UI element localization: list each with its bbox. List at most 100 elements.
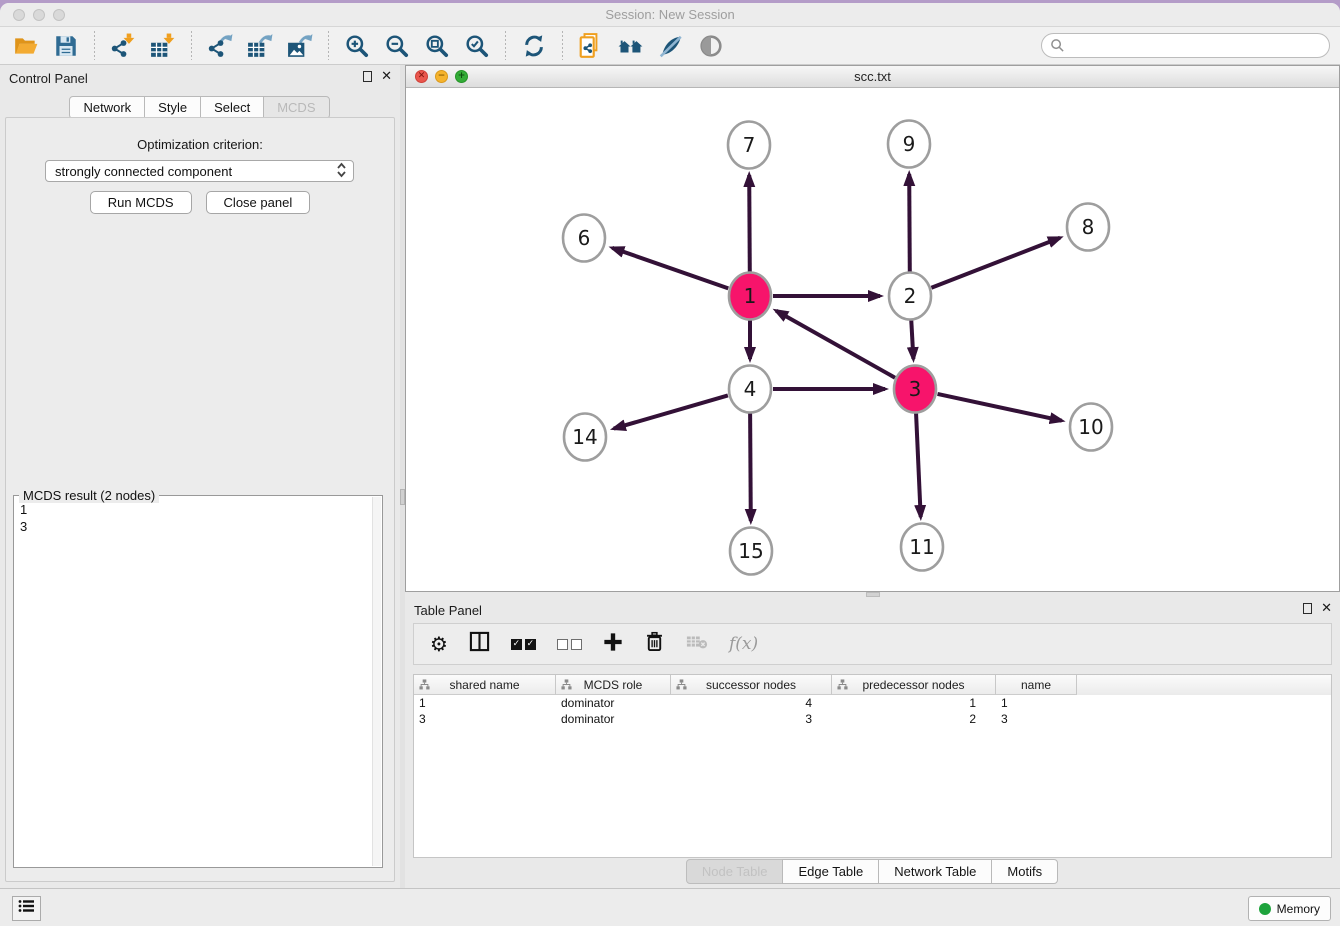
- zoom-out-button[interactable]: [381, 30, 413, 62]
- column-type-icon: [837, 679, 848, 693]
- graph-node-label: 2: [904, 284, 917, 308]
- control-panel-header: Control Panel ✕: [0, 65, 400, 91]
- export-table-icon: [247, 33, 273, 59]
- float-panel-icon[interactable]: [1303, 603, 1312, 614]
- show-graphics-details-button[interactable]: [655, 30, 687, 62]
- graph-edge-4-15[interactable]: [750, 412, 751, 521]
- run-mcds-button[interactable]: Run MCDS: [90, 191, 192, 214]
- graph-node-label: 6: [578, 226, 591, 250]
- graph-edge-3-1[interactable]: [776, 311, 895, 378]
- zoom-selected-button[interactable]: [461, 30, 493, 62]
- result-line: 3: [20, 518, 371, 535]
- node-table-body: 1dominator4113dominator323: [414, 695, 1331, 727]
- bird-eye-icon: [698, 33, 724, 59]
- import-network-button[interactable]: [107, 30, 139, 62]
- export-network-icon: [207, 33, 233, 59]
- export-image-button[interactable]: [284, 30, 316, 62]
- open-session-button[interactable]: [10, 30, 42, 62]
- show-columns-button[interactable]: [469, 631, 490, 657]
- graph-node-label: 8: [1082, 215, 1095, 239]
- select-all-columns-button[interactable]: ✓ ✓: [511, 639, 536, 650]
- optimization-select[interactable]: strongly connected component: [45, 160, 354, 182]
- function-builder-button[interactable]: f(x): [729, 634, 758, 654]
- node-table-header: shared name MCDS role successor nodesprede…: [414, 675, 1331, 695]
- unchecked-box-icon: [571, 639, 582, 650]
- clone-network-button[interactable]: [575, 30, 607, 62]
- checked-box-icon: ✓: [525, 639, 536, 650]
- zoom-fit-icon: [424, 33, 450, 59]
- column-header-label: MCDS role: [584, 678, 643, 692]
- float-panel-icon[interactable]: [363, 71, 372, 82]
- graph-edge-3-10[interactable]: [938, 394, 1062, 421]
- control-panel-tabs: NetworkStyleSelectMCDS: [0, 96, 400, 119]
- graph-edge-2-3[interactable]: [911, 319, 913, 359]
- zoom-fit-button[interactable]: [421, 30, 453, 62]
- search-box[interactable]: [1041, 33, 1330, 58]
- network-title: scc.txt: [406, 69, 1339, 84]
- tab-select[interactable]: Select: [200, 96, 264, 119]
- tab-motifs[interactable]: Motifs: [991, 859, 1058, 884]
- refresh-icon: [521, 33, 547, 59]
- fx-icon: f(x): [729, 634, 758, 654]
- delete-column-button[interactable]: [644, 631, 665, 657]
- tab-edge-table[interactable]: Edge Table: [782, 859, 879, 884]
- table-panel-title: Table Panel: [414, 603, 482, 618]
- result-scrollbar[interactable]: [372, 497, 381, 866]
- export-network-button[interactable]: [204, 30, 236, 62]
- tab-node-table[interactable]: Node Table: [686, 859, 784, 884]
- zoom-selected-icon: [464, 33, 490, 59]
- zoom-out-icon: [384, 33, 410, 59]
- zoom-in-button[interactable]: [341, 30, 373, 62]
- table-panel-tabs: Node TableEdge TableNetwork TableMotifs: [405, 859, 1340, 884]
- save-session-button[interactable]: [50, 30, 82, 62]
- delete-table-button[interactable]: [686, 631, 708, 658]
- graph-edge-4-14[interactable]: [614, 395, 728, 428]
- refresh-button[interactable]: [518, 30, 550, 62]
- mcds-result-text[interactable]: 13: [14, 497, 371, 866]
- home-button[interactable]: [615, 30, 647, 62]
- search-icon: [1050, 38, 1065, 53]
- tab-network[interactable]: Network: [69, 96, 145, 119]
- memory-button[interactable]: Memory: [1248, 896, 1331, 921]
- graph-edge-1-7[interactable]: [749, 175, 750, 273]
- close-panel-button[interactable]: Close panel: [206, 191, 311, 214]
- tab-network-table[interactable]: Network Table: [878, 859, 992, 884]
- graph-node-label: 11: [909, 535, 934, 559]
- status-bar: Memory: [0, 888, 1340, 926]
- column-header-predecessor-nodes[interactable]: predecessor nodes: [832, 675, 996, 695]
- table-panel-header: Table Panel ✕: [405, 597, 1340, 623]
- tab-mcds[interactable]: MCDS: [263, 96, 329, 119]
- graph-edge-1-6[interactable]: [612, 248, 728, 289]
- memory-status-icon: [1259, 903, 1271, 915]
- network-graph: 7968124314101511: [406, 88, 1339, 591]
- table-settings-button[interactable]: ⚙: [430, 634, 448, 654]
- import-network-icon: [110, 33, 136, 59]
- create-column-button[interactable]: [603, 632, 623, 657]
- network-canvas[interactable]: 7968124314101511: [406, 88, 1339, 591]
- graph-edge-2-8[interactable]: [931, 238, 1060, 288]
- graph-edge-3-11[interactable]: [916, 412, 921, 517]
- deselect-all-columns-button[interactable]: [557, 639, 582, 650]
- export-table-button[interactable]: [244, 30, 276, 62]
- column-type-icon: [561, 679, 572, 693]
- search-input[interactable]: [1065, 38, 1329, 53]
- close-panel-icon[interactable]: ✕: [381, 71, 392, 82]
- column-header-shared-name[interactable]: shared name: [414, 675, 556, 695]
- table-row[interactable]: 3dominator323: [414, 711, 1331, 727]
- column-header-mcds-role[interactable]: MCDS role: [556, 675, 671, 695]
- table-panel: Table Panel ✕ ⚙ ✓ ✓: [405, 597, 1340, 888]
- tab-style[interactable]: Style: [144, 96, 201, 119]
- bird-eye-view-button[interactable]: [695, 30, 727, 62]
- network-window-titlebar: ✕ − + scc.txt: [406, 66, 1339, 88]
- control-panel-title: Control Panel: [9, 71, 88, 86]
- status-menu-button[interactable]: [12, 896, 41, 921]
- table-cell: 2: [832, 712, 996, 726]
- import-table-button[interactable]: [147, 30, 179, 62]
- optimization-label: Optimization criterion:: [6, 137, 394, 152]
- column-header-name[interactable]: name: [996, 675, 1077, 695]
- close-panel-icon[interactable]: ✕: [1321, 603, 1332, 614]
- column-header-successor-nodes[interactable]: successor nodes: [671, 675, 832, 695]
- table-row[interactable]: 1dominator411: [414, 695, 1331, 711]
- graph-edge-2-9[interactable]: [909, 174, 910, 273]
- main-window: Session: New Session: [0, 3, 1340, 926]
